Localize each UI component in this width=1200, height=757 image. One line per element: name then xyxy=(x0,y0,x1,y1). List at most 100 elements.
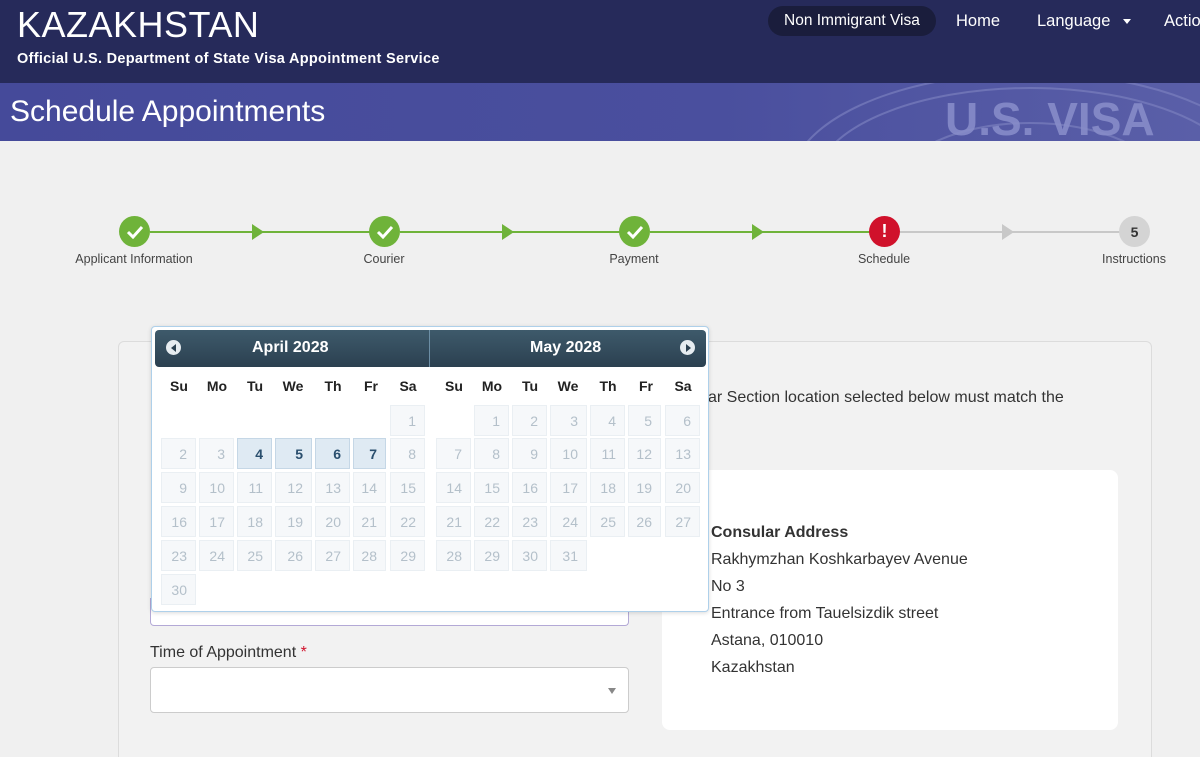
weekday-header: Su xyxy=(445,378,463,394)
calendar-day-disabled: 29 xyxy=(390,540,425,571)
calendar-day-disabled: 31 xyxy=(550,540,587,571)
weekday-header: Mo xyxy=(206,378,228,394)
calendar-day-disabled: 8 xyxy=(390,438,425,469)
datepicker-header: April 2028 May 2028 xyxy=(155,330,706,367)
calendar-day-disabled: 1 xyxy=(390,405,425,436)
calendar-day-disabled: 18 xyxy=(237,506,272,537)
brand-title-text: Kazakhstan xyxy=(17,4,260,45)
visa-type-pill[interactable]: Non Immigrant Visa xyxy=(768,6,936,36)
exclamation-icon: ! xyxy=(869,216,900,247)
brand-title[interactable]: Kazakhstan xyxy=(17,6,259,44)
checkmark-icon xyxy=(369,216,400,247)
calendar-day-disabled: 26 xyxy=(275,540,312,571)
weekday-header: Tu xyxy=(246,378,264,394)
step-label-schedule: Schedule xyxy=(857,252,911,266)
calendar-day-disabled: 25 xyxy=(237,540,272,571)
calendar-day-disabled: 19 xyxy=(628,472,661,503)
datepicker-popup: April 2028 May 2028 Su Mo Tu We Th Fr Sa 1 2 3 4 5 6… xyxy=(151,326,709,612)
calendar-day-available[interactable]: 7 xyxy=(353,438,386,469)
arrow-right-icon xyxy=(252,224,264,240)
step-connector xyxy=(400,231,634,233)
calendar-day-disabled: 17 xyxy=(550,472,587,503)
arrow-right-icon xyxy=(752,224,764,240)
calendar-day-disabled: 10 xyxy=(199,472,234,503)
nav-language-dropdown[interactable]: Language xyxy=(1037,12,1110,31)
month-title-april: April 2028 xyxy=(252,339,329,356)
progress-stepper: ! 5 Applicant Information Courier Paymen… xyxy=(0,210,1200,280)
time-of-appointment-label: Time of Appointment * xyxy=(150,644,307,662)
nav-home-link[interactable]: Home xyxy=(956,12,1000,31)
calendar-day-disabled: 19 xyxy=(275,506,312,537)
checkmark-icon xyxy=(119,216,150,247)
calendar-day-disabled: 30 xyxy=(161,574,196,605)
calendar-day-disabled: 9 xyxy=(512,438,547,469)
calendar-day-disabled: 4 xyxy=(590,405,625,436)
calendar-day-disabled: 20 xyxy=(315,506,350,537)
visa-seal-watermark-icon: U.S. VISA xyxy=(806,83,1200,141)
weekday-header: Th xyxy=(324,378,342,394)
checkmark-icon xyxy=(619,216,650,247)
calendar-day-disabled: 21 xyxy=(353,506,386,537)
calendar-day-disabled: 28 xyxy=(436,540,471,571)
step-label-applicant-information: Applicant Information xyxy=(75,252,193,266)
calendar-day-available[interactable]: 6 xyxy=(315,438,350,469)
weekday-header: Fr xyxy=(639,378,653,394)
calendar-day-disabled: 23 xyxy=(161,540,196,571)
address-line: No 3 xyxy=(711,578,745,595)
weekday-header: Mo xyxy=(481,378,503,394)
page-title: Schedule Appointments xyxy=(10,95,326,128)
calendar-day-disabled: 13 xyxy=(315,472,350,503)
weekday-header: Su xyxy=(170,378,188,394)
calendar-day-disabled: 30 xyxy=(512,540,547,571)
arrow-right-icon xyxy=(1002,224,1014,240)
calendar-day-disabled: 11 xyxy=(237,472,272,503)
calendar-day-disabled: 28 xyxy=(353,540,386,571)
calendar-day-available[interactable]: 4 xyxy=(237,438,272,469)
step-label-payment: Payment xyxy=(609,252,659,266)
step-connector xyxy=(900,231,1134,233)
weekday-header: Sa xyxy=(674,378,692,394)
calendar-day-disabled: 18 xyxy=(590,472,625,503)
seal-text: U.S. VISA xyxy=(945,93,1155,141)
arrow-right-icon xyxy=(502,224,514,240)
calendar-day-disabled: 2 xyxy=(161,438,196,469)
calendar-day-disabled: 7 xyxy=(436,438,471,469)
brand-subtitle: Official U.S. Department of State Visa A… xyxy=(17,51,440,67)
nav-actions-link[interactable]: Actio xyxy=(1164,12,1200,31)
calendar-day-disabled: 24 xyxy=(550,506,587,537)
calendar-day-disabled: 8 xyxy=(474,438,509,469)
calendar-day-disabled: 29 xyxy=(474,540,509,571)
address-line: Astana, 010010 xyxy=(711,632,824,649)
calendar-day-disabled: 22 xyxy=(390,506,425,537)
address-line: Entrance from Tauelsizdik street xyxy=(711,605,939,622)
calendar-day-disabled: 24 xyxy=(199,540,234,571)
calendar-day-disabled: 15 xyxy=(390,472,425,503)
time-label-text: Time of Appointment xyxy=(150,644,297,661)
calendar-day-disabled: 27 xyxy=(315,540,350,571)
chevron-down-icon xyxy=(1123,19,1131,24)
calendar-day-available[interactable]: 5 xyxy=(275,438,312,469)
address-line: Kazakhstan xyxy=(711,659,795,676)
calendar-day-disabled: 6 xyxy=(665,405,700,436)
calendar-day-disabled: 14 xyxy=(436,472,471,503)
calendar-day-disabled: 13 xyxy=(665,438,700,469)
page-banner: Schedule Appointments U.S. VISA xyxy=(0,83,1200,141)
calendar-day-disabled: 1 xyxy=(474,405,509,436)
weekday-header: Tu xyxy=(521,378,539,394)
address-line: Rakhymzhan Koshkarbayev Avenue xyxy=(711,551,968,568)
chevron-down-icon xyxy=(608,688,616,694)
calendar-day-disabled: 17 xyxy=(199,506,234,537)
calendar-day-disabled: 15 xyxy=(474,472,509,503)
step-label-courier: Courier xyxy=(363,252,405,266)
calendar-day-disabled: 9 xyxy=(161,472,196,503)
next-month-icon[interactable] xyxy=(680,340,695,355)
calendar-day-disabled: 10 xyxy=(550,438,587,469)
calendar-day-disabled: 3 xyxy=(550,405,587,436)
prev-month-icon[interactable] xyxy=(166,340,181,355)
step-connector xyxy=(150,231,384,233)
calendar-day-disabled: 14 xyxy=(353,472,386,503)
time-of-appointment-select[interactable] xyxy=(150,667,629,713)
weekday-header: We xyxy=(282,378,304,394)
calendar-day-disabled: 5 xyxy=(628,405,661,436)
weekday-header: Th xyxy=(599,378,617,394)
